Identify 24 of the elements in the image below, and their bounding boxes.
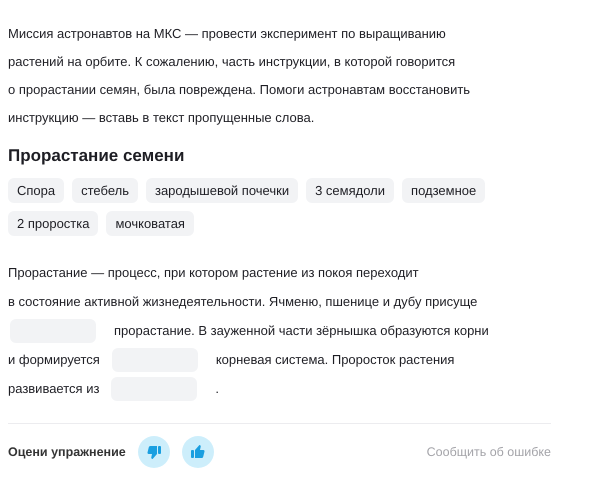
passage-text: в состояние активной жизнедеятельности. Ячменю, пшенице и дубу присуще	[8, 294, 478, 309]
word-chip[interactable]: зародышевой почечки	[146, 178, 298, 203]
intro-text-line: инструкцию — вставь в текст пропущенные слова.	[8, 109, 314, 127]
dislike-button[interactable]	[138, 436, 170, 468]
passage-text: и формируется	[8, 352, 100, 367]
word-chip[interactable]: стебель	[72, 178, 138, 203]
intro-text-line: о прорастании семян, была повреждена. Помоги астронавтам восстановить	[8, 81, 470, 99]
passage-text: развивается из	[8, 381, 100, 396]
thumbs-down-icon	[146, 444, 162, 460]
like-button[interactable]	[182, 436, 214, 468]
word-chip[interactable]: 2 проростка	[8, 211, 98, 236]
word-chip[interactable]: мочковатая	[106, 211, 194, 236]
intro-text-line: Миссия астронавтов на МКС — провести эксперимент по выращиванию	[8, 25, 446, 43]
thumbs-up-icon	[190, 444, 206, 460]
passage-text: .	[215, 381, 220, 396]
rate-label: Оцени упражнение	[8, 445, 126, 459]
word-chip[interactable]: 3 семядоли	[306, 178, 394, 203]
section-heading: Прорастание семени	[8, 146, 186, 166]
passage-text: Прорастание — процесс, при котором растение из покоя переходит	[8, 265, 419, 280]
intro-text-line: растений на орбите. К сожалению, часть инструкции, в которой говорится	[8, 53, 456, 71]
passage-text: корневая система. Проросток растения	[216, 352, 454, 367]
passage-text: прорастание. В зауженной части зёрнышка образуются корни	[114, 323, 489, 338]
word-chip[interactable]: Спора	[8, 178, 64, 203]
word-chip[interactable]: подземное	[402, 178, 486, 203]
